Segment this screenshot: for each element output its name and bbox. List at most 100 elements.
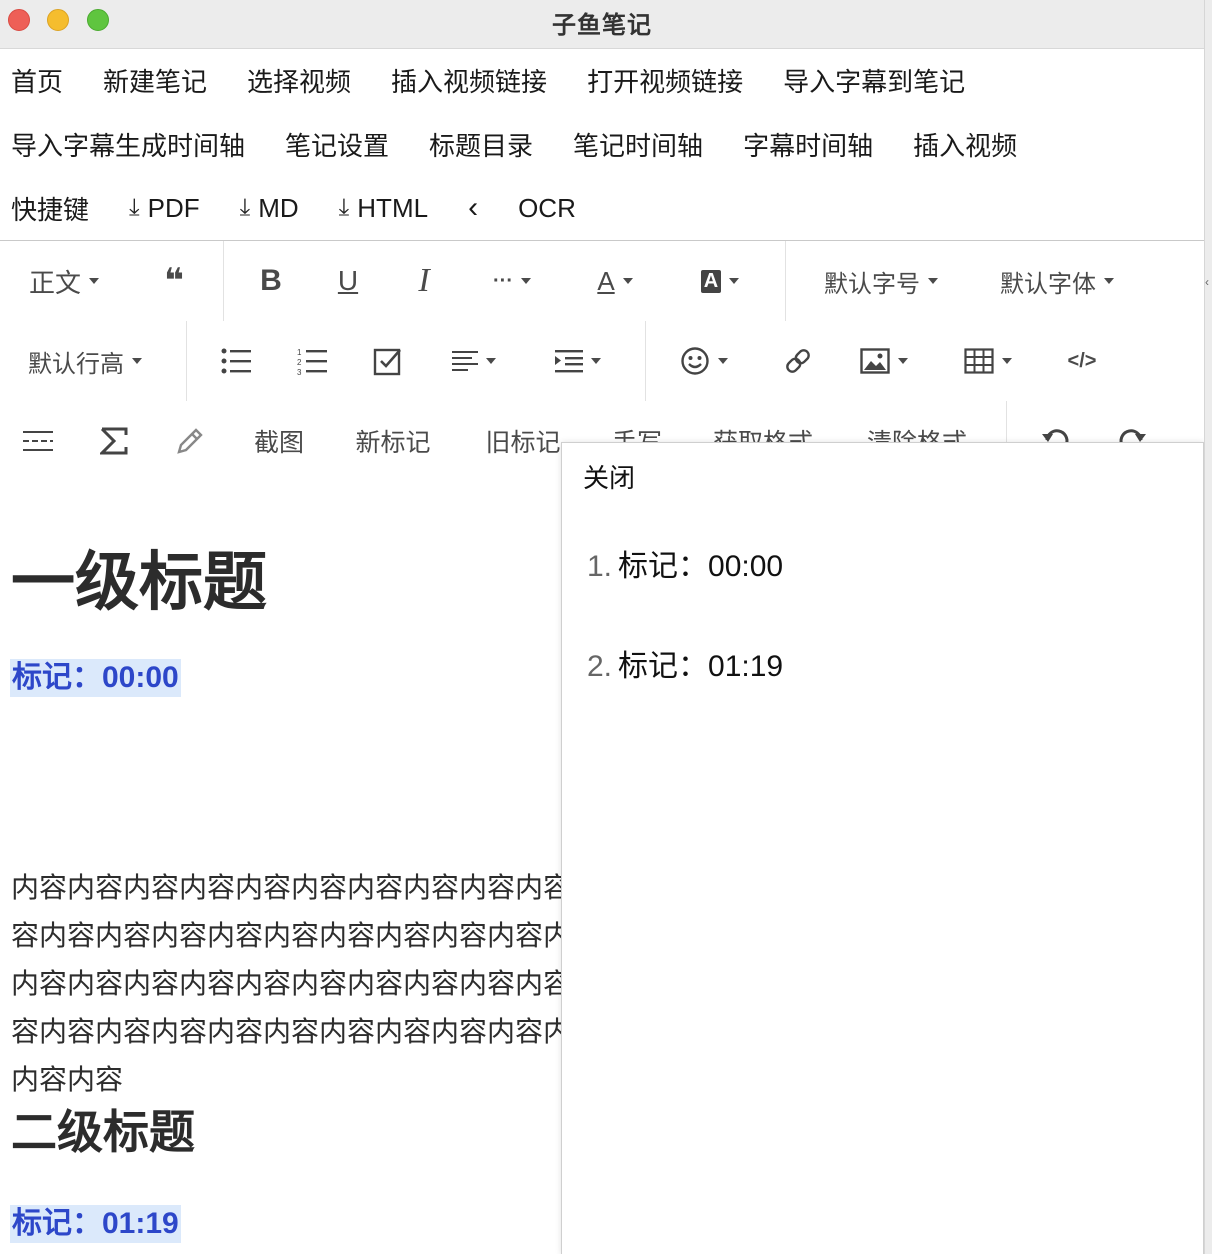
- table-dropdown[interactable]: [956, 321, 1020, 401]
- screenshot-button[interactable]: 截图: [246, 401, 312, 481]
- toolbar-row-2: 默认行高 123 </>: [0, 321, 1204, 401]
- quote-icon: ❝: [164, 262, 184, 300]
- heading-1: 一级标题: [11, 546, 267, 618]
- bold-button[interactable]: B: [248, 241, 294, 321]
- menu-new-note[interactable]: 新建笔记: [103, 62, 207, 99]
- new-marker-button[interactable]: 新标记: [346, 401, 440, 481]
- title-bar: 子鱼笔记: [0, 0, 1204, 49]
- heading-2: 二级标题: [11, 1106, 195, 1158]
- menu-collapse[interactable]: ‹: [468, 191, 478, 225]
- checkbox-icon: [373, 348, 401, 376]
- menu-insert-video[interactable]: 插入视频: [913, 126, 1017, 163]
- font-color-icon: A: [597, 265, 615, 296]
- chevron-down-icon: [729, 278, 740, 284]
- horizontal-rule-icon: [23, 431, 53, 451]
- marker-list-panel: 关闭 1. 标记：00:00 2. 标记：01:19: [561, 442, 1204, 1254]
- main-menu: 首页 新建笔记 选择视频 插入视频链接 打开视频链接 导入字幕到笔记 导入字幕生…: [0, 48, 1204, 241]
- menu-open-video-link[interactable]: 打开视频链接: [587, 62, 743, 99]
- chevron-down-icon: [622, 278, 633, 284]
- paragraph-text: 内容内容内容内容内容内容内容内容内容内容内容内容内容内容内容内容内容内容内容内容…: [11, 872, 562, 1095]
- window-title: 子鱼笔记: [552, 12, 652, 39]
- menu-shortcuts[interactable]: 快捷键: [11, 190, 89, 227]
- underline-button[interactable]: U: [325, 241, 371, 321]
- menu-export-html[interactable]: ⤓ HTML: [339, 193, 428, 224]
- more-styles-dropdown[interactable]: ···: [482, 241, 542, 321]
- menu-export-md[interactable]: ⤓ MD: [240, 193, 299, 224]
- menu-select-video[interactable]: 选择视频: [247, 62, 351, 99]
- code-icon: </>: [1067, 349, 1097, 372]
- numbered-list-button[interactable]: 123: [290, 321, 334, 401]
- time-marker[interactable]: 标记：00:00: [10, 659, 181, 697]
- toolbar-divider: [223, 241, 224, 321]
- toolbar-divider: [186, 321, 187, 401]
- underline-icon: U: [337, 265, 359, 296]
- indent-icon: [555, 350, 583, 373]
- download-icon: ⤓: [239, 194, 251, 221]
- bullet-list-icon: [221, 348, 251, 374]
- italic-icon: I: [418, 262, 430, 299]
- code-view-button[interactable]: </>: [1058, 321, 1106, 401]
- marker-list-item[interactable]: 1. 标记：00:00: [587, 541, 783, 641]
- image-icon: [860, 348, 890, 374]
- resize-handle[interactable]: ‹: [1205, 275, 1212, 315]
- chevron-down-icon: [718, 358, 728, 364]
- pencil-icon: [177, 428, 203, 454]
- menu-insert-video-link[interactable]: 插入视频链接: [391, 62, 547, 99]
- chevron-down-icon: [898, 358, 908, 364]
- marker-list: 1. 标记：00:00 2. 标记：01:19: [587, 541, 783, 741]
- menu-import-subtitles-timeline[interactable]: 导入字幕生成时间轴: [11, 126, 245, 163]
- menu-note-timeline[interactable]: 笔记时间轴: [573, 126, 703, 163]
- font-color-dropdown[interactable]: A: [585, 241, 645, 321]
- background-color-dropdown[interactable]: A: [690, 241, 750, 321]
- paragraph-style-dropdown[interactable]: 正文: [18, 241, 110, 321]
- menu-row-1: 首页 新建笔记 选择视频 插入视频链接 打开视频链接 导入字幕到笔记: [0, 50, 994, 110]
- formula-button[interactable]: [92, 401, 136, 481]
- menu-heading-toc[interactable]: 标题目录: [429, 126, 533, 163]
- emoji-dropdown[interactable]: [674, 321, 734, 401]
- panel-close-button[interactable]: 关闭: [583, 458, 635, 495]
- link-button[interactable]: [776, 321, 820, 401]
- old-marker-button[interactable]: 旧标记: [476, 401, 570, 481]
- window-edge: ‹: [1204, 0, 1212, 1254]
- font-family-dropdown[interactable]: 默认字体: [988, 241, 1126, 321]
- font-size-dropdown[interactable]: 默认字号: [812, 241, 950, 321]
- italic-button[interactable]: I: [401, 241, 447, 321]
- download-icon: ⤓: [338, 194, 350, 221]
- bullet-list-button[interactable]: [214, 321, 258, 401]
- svg-text:1: 1: [297, 348, 302, 357]
- indent-dropdown[interactable]: [548, 321, 608, 401]
- time-marker[interactable]: 标记：01:19: [10, 1205, 181, 1243]
- image-dropdown[interactable]: [852, 321, 916, 401]
- draw-button[interactable]: [168, 401, 212, 481]
- menu-home[interactable]: 首页: [11, 62, 63, 99]
- chevron-down-icon: [1002, 358, 1012, 364]
- chevron-down-icon: [520, 278, 531, 284]
- download-icon: ⤓: [129, 194, 140, 221]
- bold-icon: B: [260, 264, 282, 297]
- menu-row-3: 快捷键 ⤓ PDF ⤓ MD ⤓ HTML ‹ OCR: [0, 178, 605, 238]
- menu-import-subtitles-to-note[interactable]: 导入字幕到笔记: [783, 62, 965, 99]
- toolbar-divider: [785, 241, 786, 321]
- more-icon: ···: [493, 269, 513, 292]
- marker-list-item[interactable]: 2. 标记：01:19: [587, 641, 783, 741]
- menu-row-2: 导入字幕生成时间轴 笔记设置 标题目录 笔记时间轴 字幕时间轴 插入视频: [0, 114, 1046, 174]
- chevron-down-icon: [486, 358, 496, 364]
- menu-export-pdf[interactable]: ⤓ PDF: [129, 193, 200, 224]
- chevron-down-icon: [132, 358, 142, 364]
- quote-button[interactable]: ❝: [148, 241, 200, 321]
- toolbar-row-1: 正文 ❝ B U I ··· A A 默认字号 默认字体: [0, 241, 1204, 321]
- chevron-down-icon: [591, 358, 601, 364]
- menu-ocr[interactable]: OCR: [518, 193, 576, 224]
- table-icon: [964, 348, 994, 374]
- menu-subtitle-timeline[interactable]: 字幕时间轴: [743, 126, 873, 163]
- align-dropdown[interactable]: [444, 321, 504, 401]
- sigma-icon: [100, 427, 128, 455]
- menu-note-settings[interactable]: 笔记设置: [285, 126, 389, 163]
- link-icon: [786, 349, 810, 373]
- line-height-dropdown[interactable]: 默认行高: [16, 321, 154, 401]
- svg-text:2: 2: [297, 358, 302, 367]
- chevron-down-icon: [928, 278, 938, 284]
- todo-list-button[interactable]: [366, 321, 410, 401]
- editor-content[interactable]: 一级标题 标记：00:00 内容内容内容内容内容内容内容内容内容内容内容内容内容…: [0, 481, 562, 1254]
- divider-line-button[interactable]: [16, 401, 60, 481]
